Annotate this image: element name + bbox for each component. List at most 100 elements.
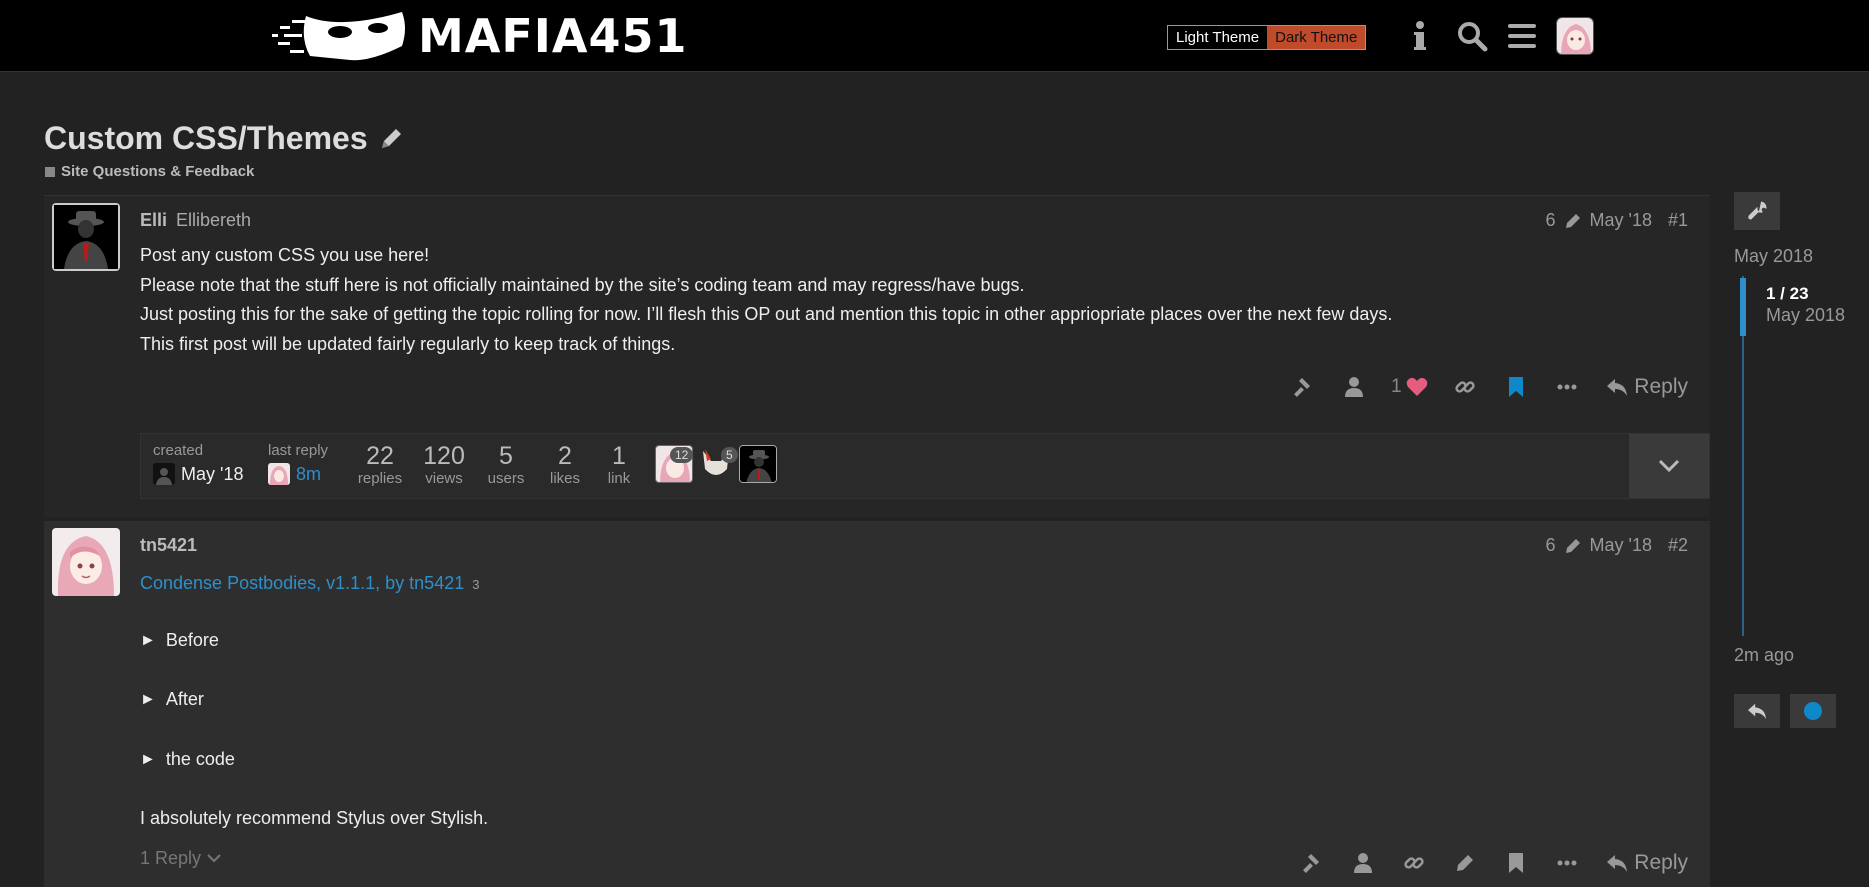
timeline-end-label[interactable]: 2m ago xyxy=(1734,645,1794,666)
more-actions-icon[interactable] xyxy=(1541,843,1592,883)
stat-label: replies xyxy=(357,470,403,487)
category-color-square xyxy=(45,166,55,177)
info-icon[interactable] xyxy=(1402,18,1438,54)
timeline-reply-button[interactable] xyxy=(1734,694,1780,728)
bookmark-icon[interactable] xyxy=(1490,367,1541,407)
post-paragraph: Post any custom CSS you use here! xyxy=(140,245,430,265)
created-date[interactable]: May '18 xyxy=(181,464,243,485)
chevron-down-icon xyxy=(1658,459,1680,473)
details-summary: the code xyxy=(165,749,235,769)
stat-number: 2 xyxy=(558,442,572,470)
timeline-scroll-handle[interactable] xyxy=(1740,278,1746,336)
post-meta: 6 May '18 #1 xyxy=(1545,210,1688,231)
post-author: tn5421 xyxy=(140,535,197,556)
edit-count[interactable]: 6 xyxy=(1545,535,1555,556)
details-code[interactable]: ► the code xyxy=(140,745,235,775)
post-author: Elli Ellibereth xyxy=(140,210,251,231)
admin-hammer-icon[interactable] xyxy=(1286,843,1337,883)
category-badge[interactable]: Site Questions & Feedback xyxy=(45,163,254,180)
disclosure-triangle-icon: ► xyxy=(140,632,156,649)
stat-links: 1 link xyxy=(599,442,639,487)
expand-topic-map-button[interactable] xyxy=(1629,434,1709,498)
participant-avatar[interactable] xyxy=(739,445,777,483)
like-button[interactable]: 1 xyxy=(1379,367,1439,407)
reply-label: Reply xyxy=(1634,851,1688,874)
reply-arrow-icon xyxy=(1607,855,1628,872)
replies-toggle-label: 1 Reply xyxy=(140,848,202,868)
created-info: created May '18 xyxy=(153,442,243,485)
current-user-avatar[interactable] xyxy=(1556,17,1594,55)
post-paragraph: This first post will be updated fairly r… xyxy=(140,333,676,354)
share-link-icon[interactable] xyxy=(1388,843,1439,883)
creator-avatar[interactable] xyxy=(153,463,175,485)
pencil-icon[interactable] xyxy=(1564,212,1582,230)
post-1: Elli Ellibereth 6 May '18 #1 Post any cu… xyxy=(44,195,1710,517)
stat-number: 1 xyxy=(612,442,626,470)
dark-theme-button[interactable]: Dark Theme xyxy=(1267,26,1366,49)
post-date[interactable]: May '18 xyxy=(1590,210,1652,231)
stat-number: 5 xyxy=(499,442,513,470)
post-body: Post any custom CSS you use here! Please… xyxy=(140,241,1392,359)
light-theme-button[interactable]: Light Theme xyxy=(1168,26,1268,49)
user-icon[interactable] xyxy=(1337,843,1388,883)
hamburger-menu-icon[interactable] xyxy=(1504,18,1540,54)
reply-arrow-icon xyxy=(1607,379,1628,396)
user-icon[interactable] xyxy=(1328,367,1379,407)
participant-post-count: 12 xyxy=(670,447,694,463)
more-actions-icon[interactable] xyxy=(1541,367,1592,407)
link-click-count: 3 xyxy=(472,577,480,592)
post-number[interactable]: #1 xyxy=(1668,210,1688,231)
share-link-icon[interactable] xyxy=(1439,367,1490,407)
site-logo[interactable]: MAFIA451 xyxy=(270,8,688,64)
topic-map: created May '18 last reply 8m 22 replies… xyxy=(140,433,1710,499)
last-reply-info: last reply 8m xyxy=(268,442,328,485)
stat-users: 5 users xyxy=(483,442,529,487)
details-after[interactable]: ► After xyxy=(140,685,204,715)
like-count: 1 xyxy=(1391,376,1402,397)
post-actions: 1 Reply xyxy=(1277,367,1710,407)
post-meta: 6 May '18 #2 xyxy=(1545,535,1688,556)
username[interactable]: Elli xyxy=(140,210,167,231)
reply-label: Reply xyxy=(1634,375,1688,398)
post-actions: Reply xyxy=(1286,843,1710,883)
reply-button[interactable]: Reply xyxy=(1592,367,1710,407)
last-reply-age[interactable]: 8m xyxy=(296,464,321,485)
stat-label: likes xyxy=(549,470,580,487)
heart-icon xyxy=(1406,377,1427,396)
post-avatar[interactable] xyxy=(52,528,120,596)
post-link[interactable]: Condense Postbodies, v1.1.1, by tn5421 xyxy=(140,569,464,599)
stat-label: users xyxy=(487,470,525,487)
notification-level-button[interactable] xyxy=(1790,694,1836,728)
details-summary: Before xyxy=(165,630,219,650)
logo-text: MAFIA451 xyxy=(418,9,688,63)
details-before[interactable]: ► Before xyxy=(140,626,219,656)
search-icon[interactable] xyxy=(1454,18,1490,54)
stat-number: 120 xyxy=(423,442,465,470)
last-replier-avatar[interactable] xyxy=(268,463,290,485)
reply-button[interactable]: Reply xyxy=(1592,843,1710,883)
site-header: MAFIA451 Light Theme Dark Theme xyxy=(0,0,1869,72)
details-summary: After xyxy=(165,689,204,709)
post-2: tn5421 6 May '18 #2 Condense Postbodies,… xyxy=(44,521,1710,887)
edit-title-icon[interactable] xyxy=(378,126,404,152)
admin-hammer-icon[interactable] xyxy=(1277,367,1328,407)
theme-switcher: Light Theme Dark Theme xyxy=(1167,25,1367,50)
show-replies-button[interactable]: 1 Reply xyxy=(140,848,221,869)
username[interactable]: tn5421 xyxy=(140,535,197,556)
stat-likes: 2 likes xyxy=(543,442,587,487)
post-paragraph: Just posting this for the sake of gettin… xyxy=(140,304,1393,324)
chevron-down-icon xyxy=(207,854,221,863)
post-paragraph: I absolutely recommend Stylus over Styli… xyxy=(140,808,489,828)
topic-admin-button[interactable] xyxy=(1734,192,1780,230)
stat-label: link xyxy=(607,470,631,487)
full-name[interactable]: Ellibereth xyxy=(176,210,251,231)
pencil-icon[interactable] xyxy=(1564,537,1582,555)
timeline-start-date[interactable]: May 2018 xyxy=(1734,246,1813,267)
bookmark-icon[interactable] xyxy=(1490,843,1541,883)
edit-count[interactable]: 6 xyxy=(1545,210,1555,231)
post-date[interactable]: May '18 xyxy=(1590,535,1652,556)
post-number[interactable]: #2 xyxy=(1668,535,1688,556)
stat-replies: 22 replies xyxy=(355,442,405,487)
edit-post-icon[interactable] xyxy=(1439,843,1490,883)
post-avatar[interactable] xyxy=(52,203,120,271)
